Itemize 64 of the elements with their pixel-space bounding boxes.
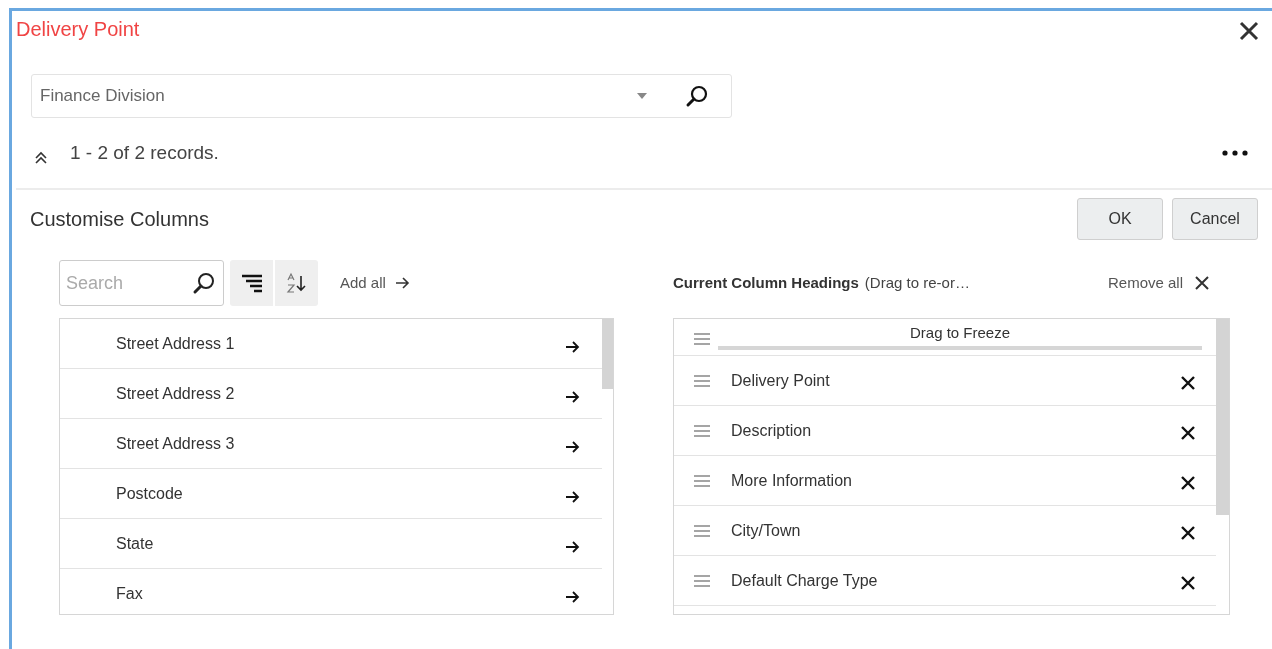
available-column-item[interactable]: Street Address 3 (60, 419, 602, 469)
remove-icon[interactable] (1180, 474, 1196, 491)
remove-icon[interactable] (1180, 424, 1196, 441)
panel-title: Customise Columns (30, 207, 209, 232)
arrow-right-icon[interactable] (566, 540, 580, 553)
dialog-button[interactable]: OK (1077, 198, 1163, 240)
remove-icon[interactable] (1180, 524, 1196, 541)
drag-handle-icon[interactable] (694, 374, 710, 387)
column-name: Default Charge Type (731, 570, 879, 591)
combobox-value: Finance Division (40, 85, 166, 108)
arrow-right-icon (395, 277, 410, 289)
column-name: Street Address 3 (116, 433, 236, 454)
column-name: Fax (116, 583, 144, 604)
available-column-item[interactable]: Street Address 2 (60, 369, 602, 419)
filter-combobox[interactable]: Finance Division (31, 74, 732, 118)
add-all-button[interactable]: Add all (340, 271, 410, 295)
drag-handle-icon[interactable] (694, 474, 710, 487)
column-name: Street Address 1 (116, 333, 236, 354)
sort-icon (285, 272, 308, 294)
dialog-button[interactable]: Cancel (1172, 198, 1258, 240)
current-column-item[interactable]: Delivery Point (674, 356, 1216, 406)
search-icon[interactable] (685, 84, 709, 108)
lines-icon (241, 273, 262, 293)
record-count: 1 - 2 of 2 records. (70, 140, 219, 165)
close-icon (1195, 276, 1209, 290)
arrow-right-icon[interactable] (566, 590, 580, 603)
sort-button[interactable] (275, 260, 318, 306)
collapse-icon[interactable] (34, 151, 48, 165)
drag-handle-icon[interactable] (694, 574, 710, 587)
column-name: More Information (731, 470, 853, 491)
available-column-item[interactable]: State (60, 519, 602, 569)
available-column-item[interactable]: Street Address 1 (60, 319, 602, 369)
freeze-divider[interactable]: Drag to Freeze (718, 322, 1202, 352)
current-column-item[interactable]: Default Charge Type (674, 556, 1216, 606)
column-name: City/Town (731, 520, 802, 541)
list-sort-button[interactable] (230, 260, 273, 306)
current-column-item[interactable]: More Information (674, 456, 1216, 506)
hint-text: (Drag to re-or… (864, 272, 970, 293)
close-button[interactable] (1238, 20, 1260, 42)
close-icon (1238, 20, 1260, 42)
remove-icon[interactable] (1180, 374, 1196, 391)
remove-all-button[interactable]: Remove all (1107, 271, 1209, 295)
column-name: Street Address 2 (116, 383, 236, 404)
search-field[interactable]: Search (59, 260, 224, 306)
drag-handle-icon[interactable] (694, 524, 710, 537)
dropdown-caret-icon[interactable] (637, 93, 647, 99)
section-heading: Current Column Headings (673, 272, 859, 293)
arrow-right-icon[interactable] (566, 490, 580, 503)
search-icon[interactable] (192, 271, 216, 295)
available-column-item[interactable]: Postcode (60, 469, 602, 519)
more-icon[interactable] (1222, 150, 1248, 156)
arrow-right-icon[interactable] (566, 440, 580, 453)
drag-handle-icon[interactable] (694, 424, 710, 437)
remove-icon[interactable] (1180, 574, 1196, 591)
column-name: Description (731, 420, 813, 441)
column-name: State (116, 533, 155, 554)
drag-handle-icon[interactable] (694, 333, 710, 345)
column-name: Delivery Point (731, 370, 831, 391)
dialog-title: Delivery Point (16, 17, 140, 42)
current-column-item[interactable]: Description (674, 406, 1216, 456)
arrow-right-icon[interactable] (566, 340, 580, 353)
current-column-item[interactable]: City/Town (674, 506, 1216, 556)
column-name: Postcode (116, 483, 184, 504)
arrow-right-icon[interactable] (566, 390, 580, 403)
